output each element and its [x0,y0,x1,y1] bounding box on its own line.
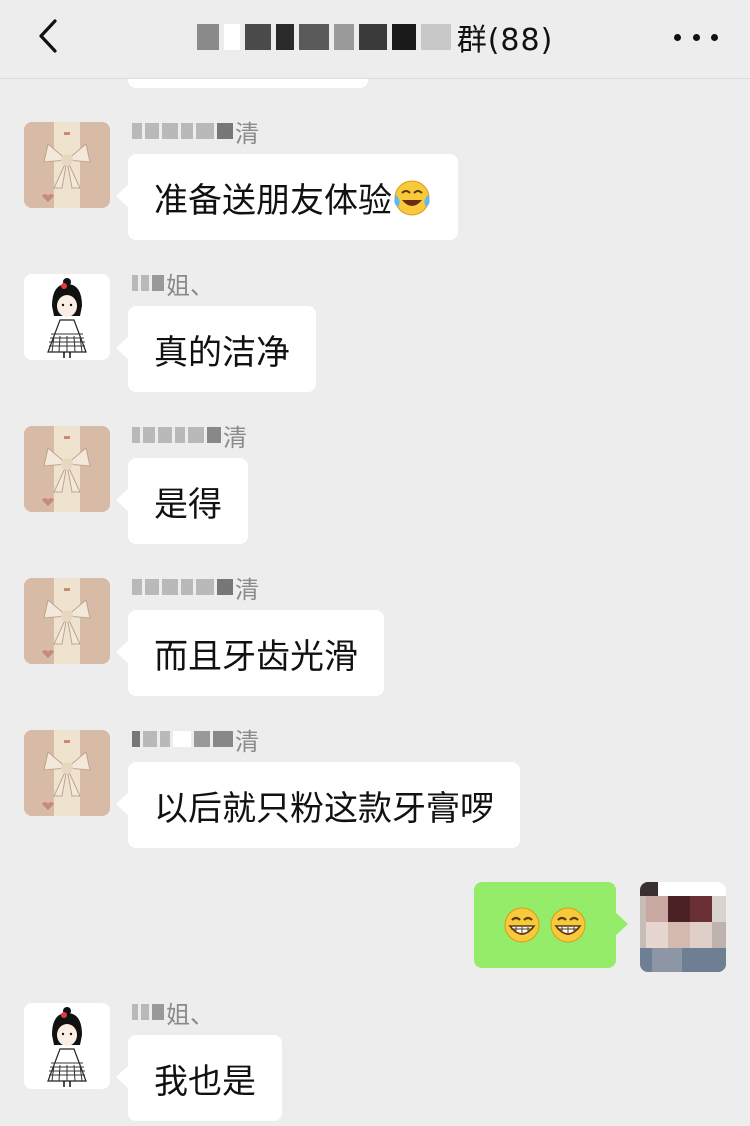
ribbon-avatar[interactable] [24,578,110,664]
outgoing-message-bubble[interactable] [474,882,628,968]
more-dots-icon [674,33,681,41]
girl-cartoon-avatar-icon [24,274,110,360]
girl-cartoon-avatar-icon [24,1003,110,1089]
blurred-sender-name [132,1004,164,1020]
message-bubble[interactable]: 而且牙齿光滑 [116,610,384,696]
ribbon-avatar[interactable] [24,426,110,512]
message-text: 而且牙齿光滑 [154,636,358,677]
message-bubble[interactable]: 以后就只粉这款牙膏啰 [116,762,520,848]
girl-cartoon-avatar[interactable] [24,1003,110,1089]
message-bubble[interactable]: 是得 [116,458,248,544]
laughing-crying-emoji [394,180,430,216]
chat-title-suffix: 群(88) [456,23,554,58]
message-bubble[interactable]: 真的洁净 [116,306,316,392]
sender-name: 姐、 [132,268,214,300]
message-bubble[interactable]: 准备送朋友体验 [116,154,458,240]
girl-cartoon-avatar[interactable] [24,274,110,360]
grinning-emoji [504,907,540,943]
message-bubble[interactable]: 我也是 [116,1035,282,1121]
blurred-sender-name [132,731,233,747]
ribbon-avatar[interactable] [24,122,110,208]
more-options-button[interactable] [674,22,718,52]
ribbon-avatar[interactable] [24,730,110,816]
blurred-sender-name [132,275,164,291]
ribbon-avatar-icon [24,730,110,816]
sender-name: 清 [132,116,259,148]
ribbon-avatar-icon [24,426,110,512]
grinning-emoji [550,907,586,943]
ribbon-avatar-icon [24,578,110,664]
chevron-left-icon [39,19,57,53]
sender-name: 清 [132,724,259,756]
message-text: 准备送朋友体验 [154,180,392,221]
blurred-sender-name [132,123,233,139]
blurred-sender-name [132,427,221,443]
chat-title: 群(88) [150,14,600,60]
ribbon-avatar-icon [24,122,110,208]
chat-screen: 群(88) 清 准备送朋友体验 姐、 真的洁净 清 是得 清 而且牙齿光滑 清 … [0,0,750,1126]
blurred-group-name [196,24,451,50]
pixelated-photo-avatar [640,882,726,972]
self-avatar[interactable] [640,882,726,972]
message-text: 是得 [154,484,222,525]
chat-header: 群(88) [0,0,750,79]
message-text: 真的洁净 [154,332,290,373]
blurred-sender-name [132,579,233,595]
sender-name: 清 [132,420,247,452]
back-button[interactable] [28,16,68,56]
message-text: 我也是 [154,1061,256,1102]
sender-name: 清 [132,572,259,604]
message-text: 以后就只粉这款牙膏啰 [154,788,494,829]
sender-name: 姐、 [132,997,214,1029]
